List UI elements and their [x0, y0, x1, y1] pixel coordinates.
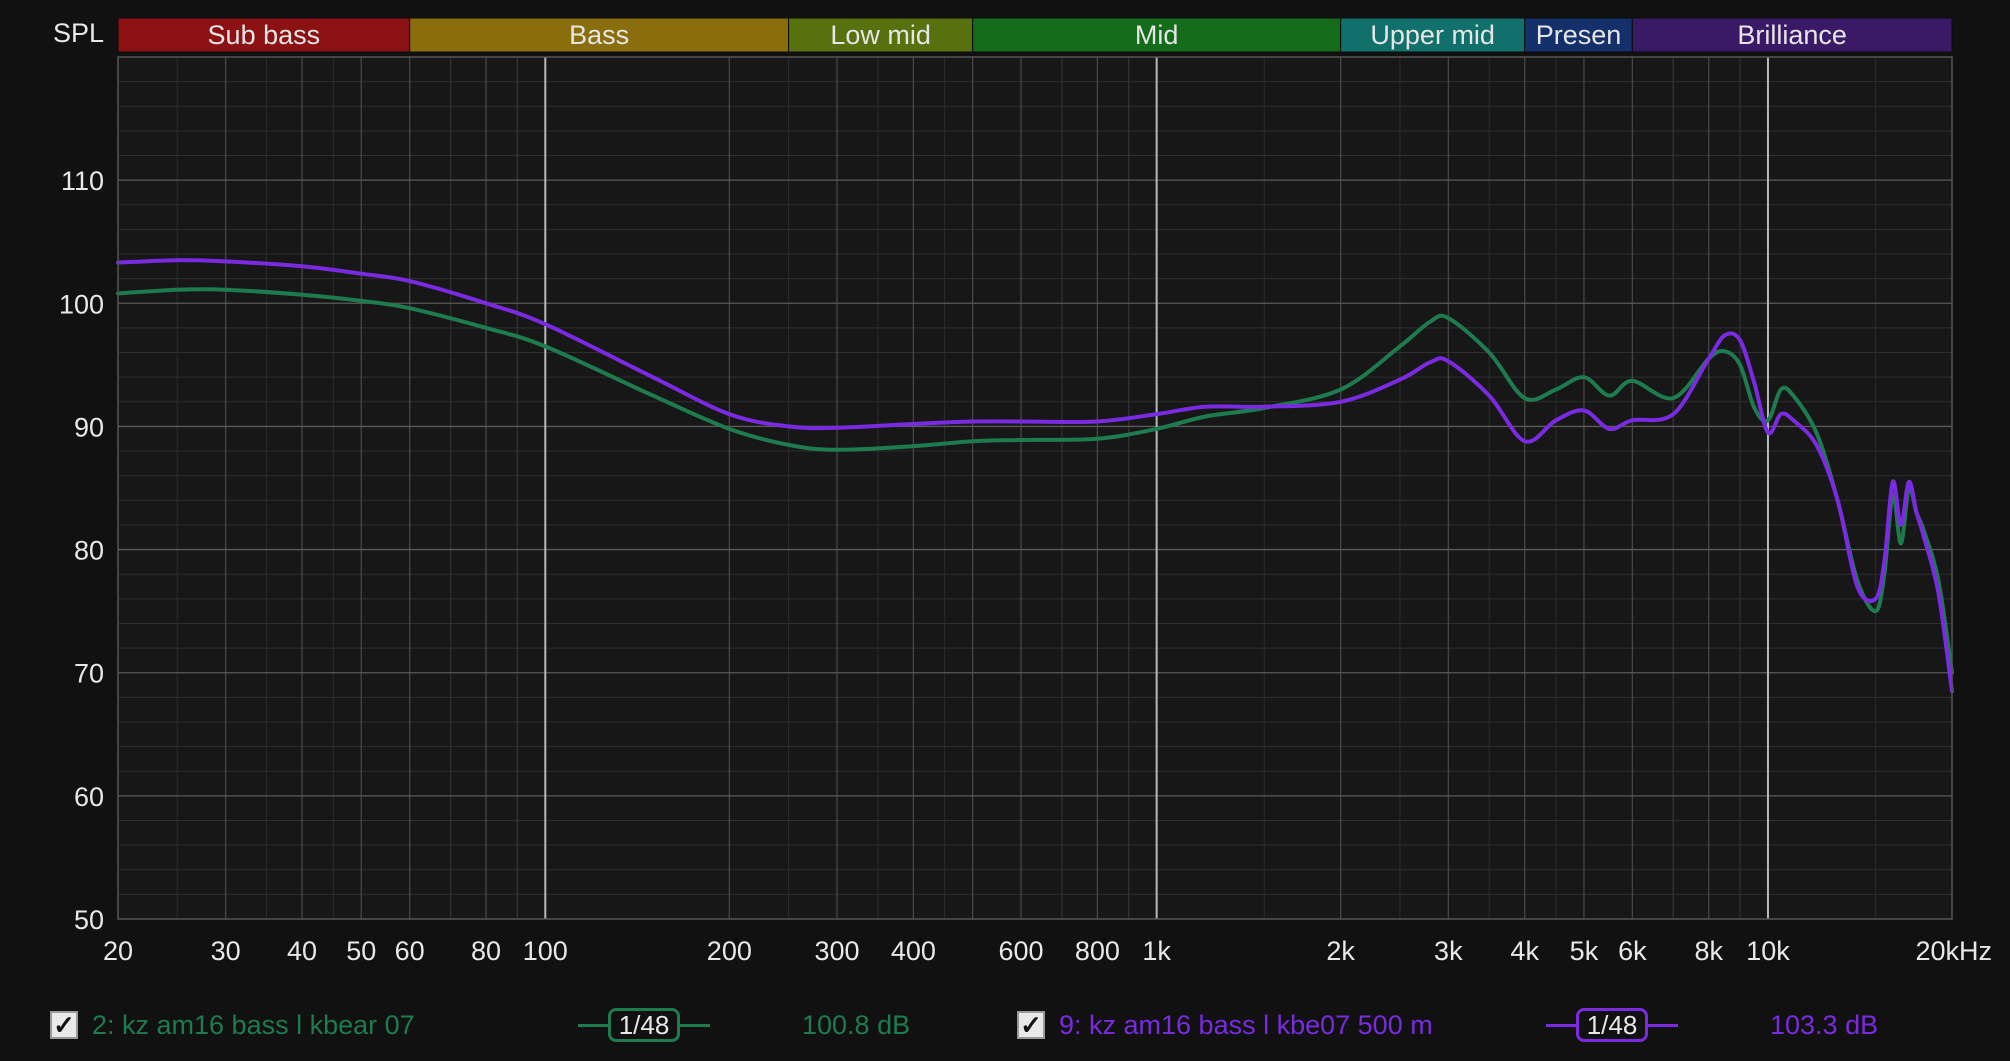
band-label-1: Bass: [569, 20, 629, 50]
y-tick-label-6: 110: [61, 166, 104, 196]
series-2-checkbox[interactable]: ✓: [1017, 1011, 1045, 1039]
frequency-bands: Sub bass Bass Low mid Mid Upper mid Presen Bri…: [117, 17, 1953, 53]
series-1-smoothing-button[interactable]: 1/48: [608, 1008, 680, 1042]
smoothing-value: 1/48: [618, 1009, 670, 1040]
y-tick-label-4: 90: [74, 412, 104, 442]
checkmark-icon: ✓: [53, 1010, 75, 1040]
y-tick-label-1: 60: [74, 782, 104, 812]
band-label-2: Low mid: [830, 20, 931, 50]
series-1-smoothing: 1/48: [578, 1005, 710, 1045]
legend-entry-2: ✓ 9: kz am16 bass l kbe07 500 m: [1017, 1000, 1433, 1050]
x-tick-label-0: 20: [103, 936, 133, 966]
legend-entry-1: ✓ 2: kz am16 bass l kbear 07: [50, 1000, 415, 1050]
smoothing-value: 1/48: [1586, 1009, 1638, 1040]
series-2-smoothing-button[interactable]: 1/48: [1576, 1008, 1648, 1042]
checkmark-icon: ✓: [1020, 1010, 1042, 1040]
frequency-response-chart: Sub bass Bass Low mid Mid Upper mid Presen Bri…: [53, 17, 1992, 966]
x-tick-label-20: 20kHz: [1915, 936, 1992, 966]
x-tick-label-16: 5k: [1570, 936, 1599, 966]
x-tick-label-6: 100: [523, 936, 568, 966]
x-tick-label-5: 80: [471, 936, 501, 966]
series-1-label: 2: kz am16 bass l kbear 07: [92, 1009, 415, 1040]
y-tick-label-3: 80: [74, 536, 104, 566]
series-1-checkbox[interactable]: ✓: [50, 1011, 78, 1039]
series-2-label: 9: kz am16 bass l kbe07 500 m: [1059, 1009, 1433, 1040]
smoothing-line-left: [1546, 1023, 1576, 1027]
x-tick-label-11: 800: [1075, 936, 1120, 966]
series-2-smoothing: 1/48: [1546, 1005, 1678, 1045]
x-tick-label-17: 6k: [1618, 936, 1647, 966]
x-tick-label-10: 600: [998, 936, 1043, 966]
x-tick-label-3: 50: [346, 936, 376, 966]
x-tick-label-8: 300: [814, 936, 859, 966]
x-tick-label-18: 8k: [1694, 936, 1723, 966]
x-tick-label-12: 1k: [1142, 936, 1171, 966]
smoothing-line-right: [680, 1023, 710, 1027]
band-label-0: Sub bass: [208, 20, 321, 50]
x-tick-label-15: 4k: [1510, 936, 1539, 966]
series-1-level: 100.8 dB: [802, 1009, 911, 1040]
smoothing-line-right: [1648, 1023, 1678, 1027]
y-tick-label-2: 70: [74, 659, 104, 689]
x-tick-label-1: 30: [211, 936, 241, 966]
x-tick-label-14: 3k: [1434, 936, 1463, 966]
x-tick-label-4: 60: [395, 936, 425, 966]
band-label-4: Upper mid: [1370, 20, 1495, 50]
y-axis-label: SPL: [53, 18, 104, 48]
band-label-6: Brilliance: [1737, 20, 1847, 50]
band-label-3: Mid: [1135, 20, 1179, 50]
smoothing-line-left: [578, 1023, 608, 1027]
legend: ✓ 2: kz am16 bass l kbear 07 1/48 100.8 …: [0, 1000, 2010, 1050]
x-tick-label-2: 40: [287, 936, 317, 966]
y-tick-label-0: 50: [74, 905, 104, 935]
x-tick-labels: 20 30 40 50 60 80 100 200 300 400 600 800 1k 2k 3k 4k 5k…: [103, 936, 1992, 966]
frequency-response-window: Sub bass Bass Low mid Mid Upper mid Presen Bri…: [0, 0, 2010, 1061]
x-tick-label-13: 2k: [1326, 936, 1355, 966]
plot-area: [118, 57, 1952, 919]
y-tick-label-5: 100: [59, 289, 104, 319]
y-tick-labels: 50 60 70 80 90 100 110: [59, 166, 104, 935]
x-tick-label-7: 200: [707, 936, 752, 966]
x-tick-label-9: 400: [891, 936, 936, 966]
series-2-level: 103.3 dB: [1770, 1009, 1879, 1040]
x-tick-label-19: 10k: [1746, 936, 1790, 966]
band-label-5: Presen: [1536, 20, 1622, 50]
